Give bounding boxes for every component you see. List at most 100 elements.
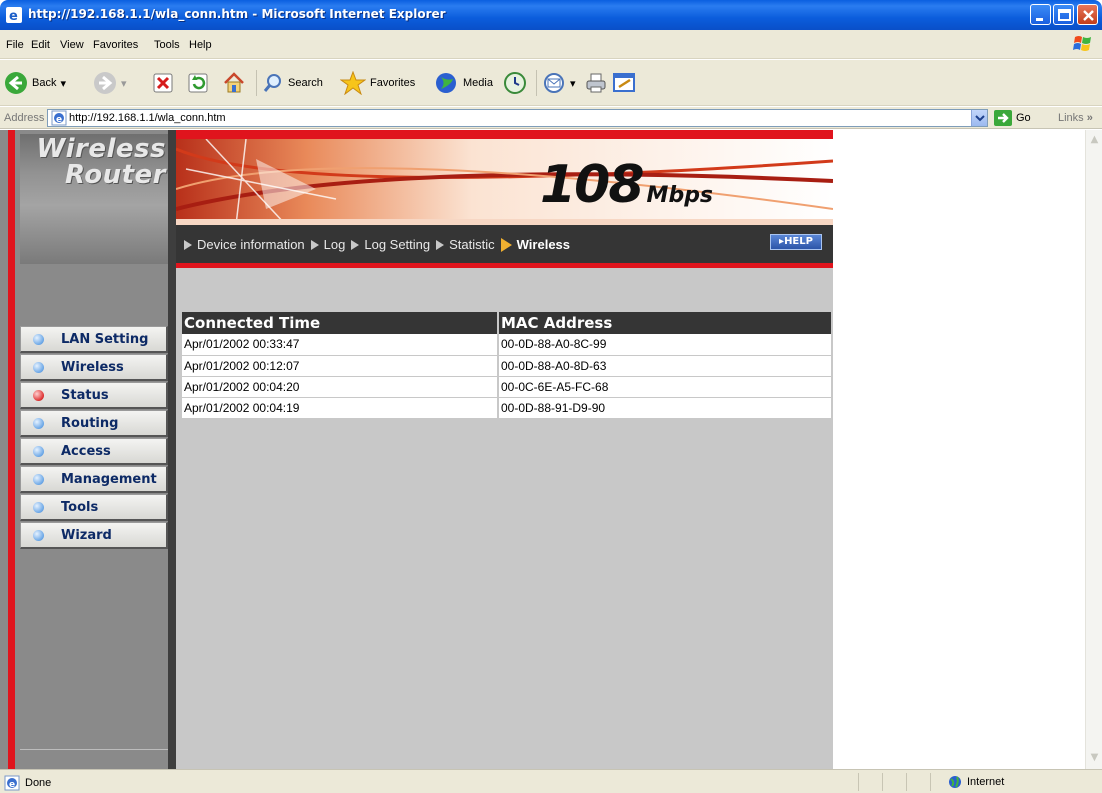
back-button[interactable]: Back ▾ [4, 70, 66, 96]
connected-time-cell: Apr/01/2002 00:33:47 [182, 334, 499, 356]
speed-badge: 108 Mbps [540, 155, 713, 215]
edit-button[interactable] [612, 70, 636, 96]
window-title-bar[interactable]: e http://192.168.1.1/wla_conn.htm - Micr… [0, 0, 1102, 30]
menu-favorites[interactable]: Favorites [93, 39, 138, 51]
scroll-down-icon[interactable]: ▼ [1087, 750, 1102, 765]
security-zone: Internet [948, 775, 1004, 789]
sidebar-red-stripe [8, 130, 15, 769]
tab-label: Device information [197, 237, 305, 252]
ie-icon: e [6, 7, 22, 23]
table-row: Apr/01/2002 00:04:19 00-0D-88-91-D9-90 [182, 397, 831, 419]
nav-wizard[interactable]: Wizard [20, 522, 168, 549]
back-dropdown-icon[interactable]: ▾ [60, 77, 66, 90]
address-input[interactable]: e http://192.168.1.1/wla_conn.htm [47, 109, 988, 127]
go-label: Go [1016, 112, 1031, 124]
tab-device-information[interactable]: Device information [184, 237, 305, 252]
svg-text:e: e [56, 115, 62, 125]
mail-dropdown-icon[interactable]: ▾ [570, 77, 576, 90]
refresh-button[interactable] [187, 70, 209, 96]
tab-label: Statistic [449, 237, 495, 252]
nav-lan-setting[interactable]: LAN Setting [20, 326, 168, 353]
sidebar-rule [20, 749, 168, 750]
media-button[interactable]: Media [433, 70, 493, 96]
arrow-right-icon [436, 239, 445, 250]
page-icon: e [51, 110, 67, 126]
table-row: Apr/01/2002 00:04:20 00-0C-6E-A5-FC-68 [182, 376, 831, 398]
active-arrow-icon [500, 237, 512, 252]
nav-label: Routing [61, 416, 119, 431]
mac-address-cell: 00-0D-88-A0-8C-99 [498, 334, 831, 356]
table-header-row: Connected Time MAC Address [182, 312, 831, 334]
media-icon [436, 73, 456, 93]
history-button[interactable] [503, 70, 527, 96]
minimize-button[interactable] [1030, 4, 1051, 25]
print-button[interactable] [584, 70, 608, 96]
scroll-up-icon[interactable]: ▲ [1087, 132, 1102, 147]
router-sidebar: Wireless Router LAN Setting Wireless Sta… [0, 130, 176, 769]
bullet-icon [33, 418, 44, 429]
mac-address-cell: 00-0D-88-91-D9-90 [498, 397, 831, 419]
active-bullet-icon [33, 390, 44, 401]
nav-routing[interactable]: Routing [20, 410, 168, 437]
media-label: Media [463, 77, 493, 89]
mail-button[interactable]: ▾ [542, 70, 576, 96]
header-mac-address: MAC Address [498, 312, 831, 334]
home-button[interactable] [222, 70, 246, 96]
status-divider [882, 773, 883, 791]
speed-unit: Mbps [646, 183, 714, 208]
tab-log[interactable]: Log [310, 237, 346, 252]
favorites-star-icon [340, 71, 366, 95]
close-button[interactable] [1077, 4, 1098, 25]
stop-icon [153, 73, 173, 93]
toolbar: Back ▾ ▾ Search Favorites Media ▾ [0, 60, 1102, 106]
forward-button[interactable]: ▾ [93, 70, 127, 96]
status-tab-strip: Device information Log Log Setting Stati… [176, 225, 833, 263]
menu-view[interactable]: View [60, 39, 84, 51]
links-button[interactable]: Links » [1058, 112, 1093, 124]
mail-icon [544, 73, 564, 93]
bullet-icon [33, 474, 44, 485]
bullet-icon [33, 334, 44, 345]
go-arrow-icon [994, 110, 1012, 126]
address-dropdown-button[interactable] [971, 110, 987, 126]
tab-label: Log Setting [364, 237, 431, 252]
arrow-right-icon [184, 239, 192, 250]
stop-button[interactable] [152, 70, 174, 96]
tab-statistic[interactable]: Statistic [436, 237, 495, 252]
tab-label: Log [323, 237, 346, 252]
status-done: e Done [4, 775, 51, 791]
chevron-down-icon [975, 115, 985, 122]
favorites-button[interactable]: Favorites [340, 70, 415, 96]
menu-edit[interactable]: Edit [31, 39, 50, 51]
bullet-icon [33, 502, 44, 513]
print-icon [586, 73, 606, 93]
search-button[interactable]: Search [262, 70, 323, 96]
go-button[interactable]: Go [994, 110, 1031, 126]
nav-status[interactable]: Status [20, 382, 168, 409]
nav-wireless[interactable]: Wireless [20, 354, 168, 381]
nav-tools[interactable]: Tools [20, 494, 168, 521]
table-row: Apr/01/2002 00:12:07 00-0D-88-A0-8D-63 [182, 355, 831, 377]
menu-file[interactable]: File [6, 39, 24, 51]
menu-bar: File Edit View Favorites Tools Help [0, 30, 1102, 59]
nav-access[interactable]: Access [20, 438, 168, 465]
status-divider [858, 773, 859, 791]
nav-management[interactable]: Management [20, 466, 168, 493]
tab-wireless[interactable]: Wireless [500, 237, 570, 252]
status-tabs: Device information Log Log Setting Stati… [184, 237, 576, 252]
maximize-button[interactable] [1053, 4, 1074, 25]
forward-dropdown-icon[interactable]: ▾ [121, 77, 127, 90]
status-bar: e Done Internet [0, 769, 1102, 793]
tab-log-setting[interactable]: Log Setting [351, 237, 430, 252]
status-divider [930, 773, 931, 791]
help-button[interactable]: ▸HELP [770, 234, 822, 250]
vertical-scrollbar[interactable]: ▲ ▼ [1085, 130, 1102, 769]
menu-help[interactable]: Help [189, 39, 212, 51]
bullet-icon [33, 362, 44, 373]
svg-text:e: e [9, 9, 18, 23]
nav-label: Tools [61, 500, 99, 515]
menu-tools[interactable]: Tools [154, 39, 180, 51]
connected-time-cell: Apr/01/2002 00:12:07 [182, 355, 499, 377]
mac-address-cell: 00-0D-88-A0-8D-63 [498, 355, 831, 377]
wireless-connections-panel: Connected Time MAC Address Apr/01/2002 0… [176, 268, 833, 769]
